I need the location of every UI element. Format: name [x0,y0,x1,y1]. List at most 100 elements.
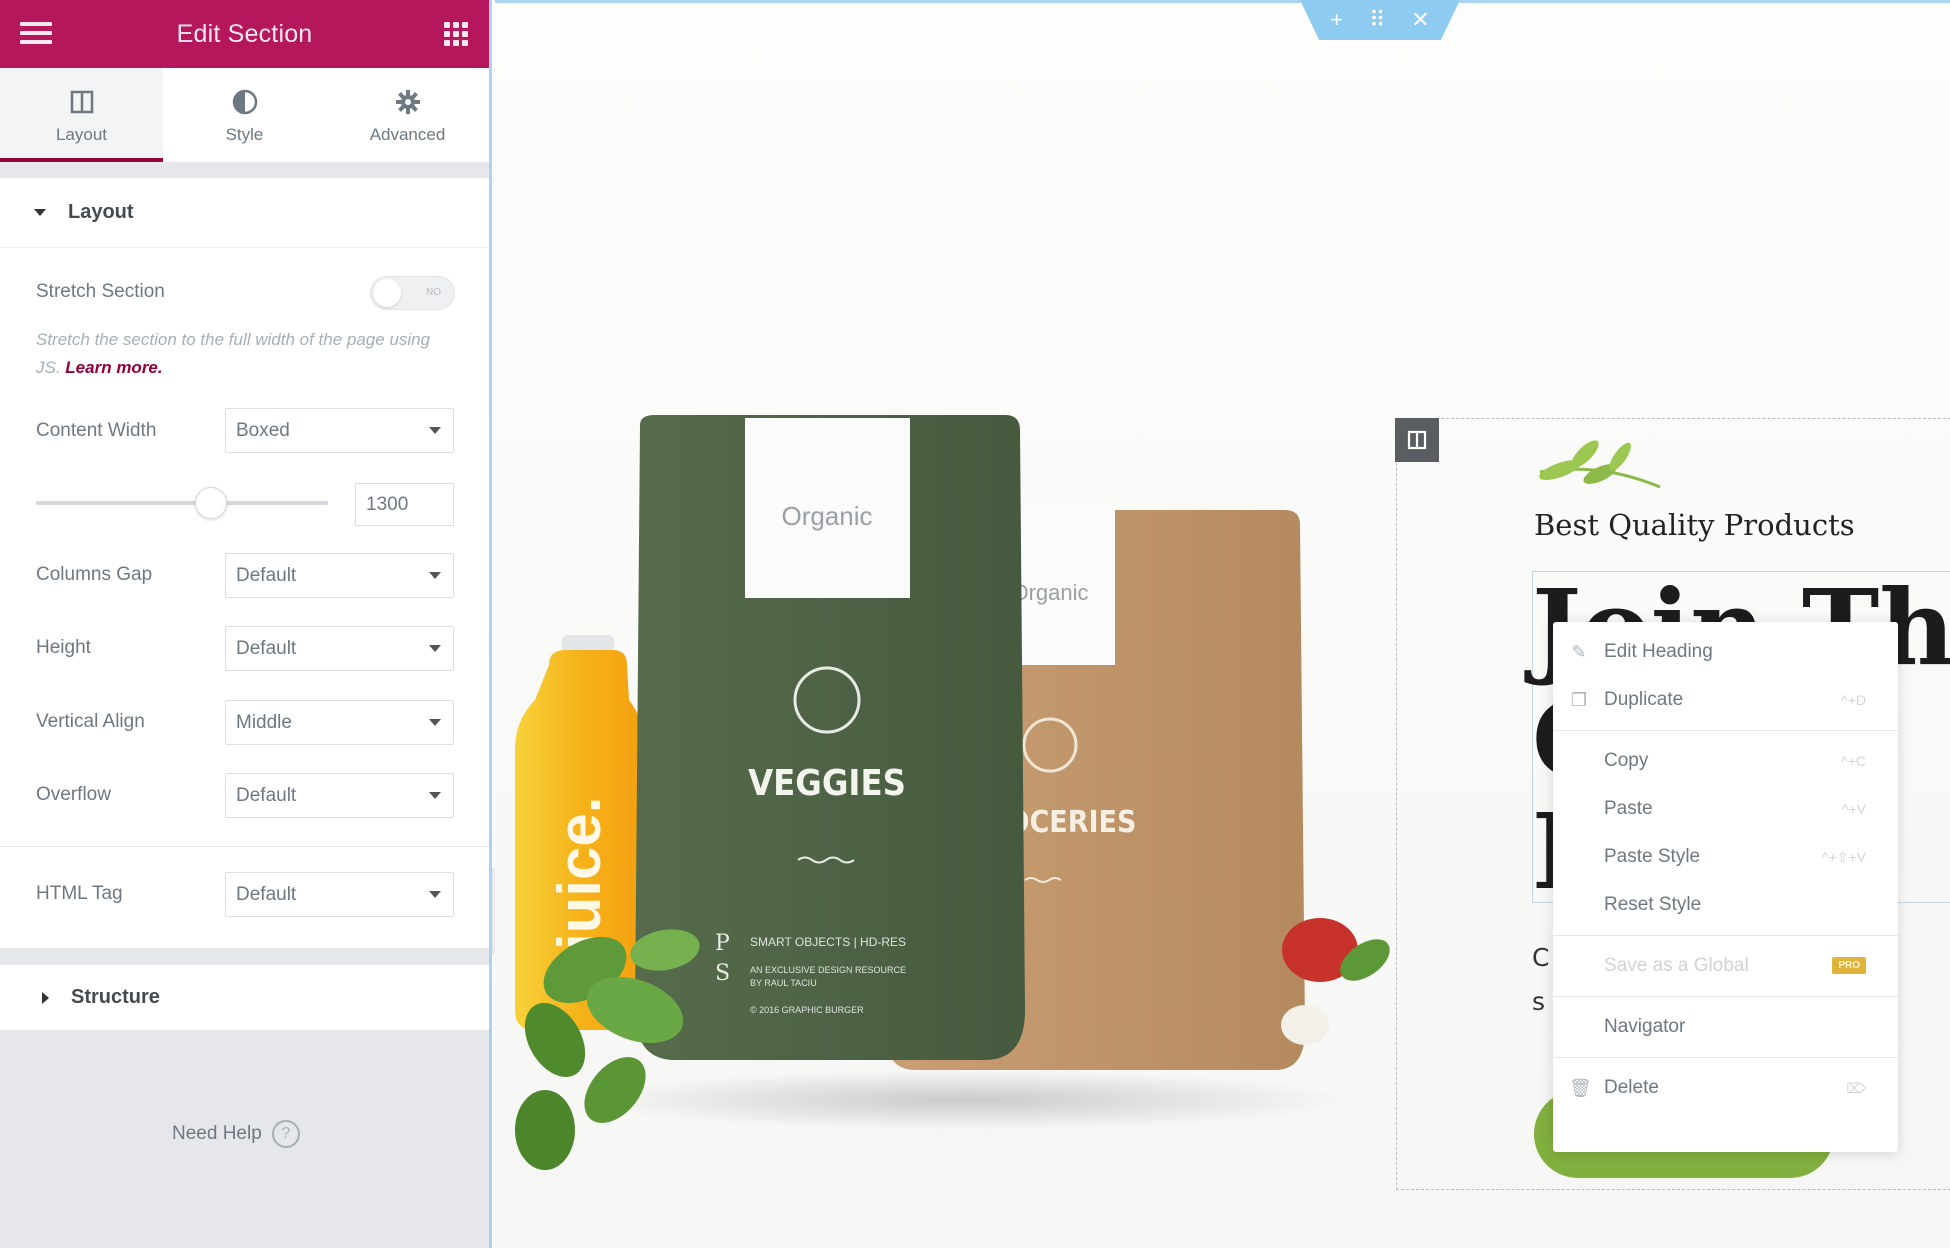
context-menu-item-save-as-a-global: Save as a Global PRO [1553,942,1898,990]
caret-down-icon [34,209,46,216]
subtitle-heading[interactable]: Best Quality Products [1534,508,1855,542]
layout-section-title: Layout [68,201,134,223]
html-tag-select[interactable]: Default [225,872,454,917]
panel-tabs: Layout Style Advanced [0,68,489,162]
chevron-down-icon [429,427,441,434]
grid-icon[interactable] [444,22,468,46]
slider-thumb[interactable] [195,487,228,519]
context-menu-label: Edit Heading [1604,641,1713,662]
html-tag-label: HTML Tag [36,883,123,904]
panel-gap [0,948,489,965]
overflow-select[interactable]: Default [225,773,454,818]
question-icon: ? [271,1120,300,1148]
stretch-section-toggle[interactable]: NO [370,276,455,310]
hamburger-icon[interactable] [20,22,52,46]
chevron-down-icon [429,645,441,652]
add-section-icon[interactable]: + [1330,9,1343,31]
panel-strip [0,162,489,178]
shortcut-hint: ^+V [1841,801,1866,817]
columns-icon [70,85,94,119]
tab-layout-label: Layout [55,125,108,144]
panel-title: Edit Section [176,19,313,48]
pro-badge: PRO [1832,957,1866,974]
context-menu-group: Save as a Global PRO [1553,936,1898,997]
vertical-align-value: Middle [236,711,292,733]
panel-header: Edit Section [0,0,489,68]
content-width-select[interactable]: Boxed [225,408,454,453]
tab-layout[interactable]: Layout [0,68,163,162]
height-label: Height [36,637,91,658]
chevron-down-icon [429,572,441,579]
context-menu-label: Copy [1604,750,1649,771]
vertical-align-select[interactable]: Middle [225,700,454,745]
veggies-line: BY RAUL TACIU [750,978,817,988]
tab-advanced-label: Advanced [369,125,446,144]
content-width-input[interactable]: 1300 [355,483,454,526]
delete-section-icon[interactable]: ✕ [1411,9,1429,31]
veggies-letter: P [715,931,730,956]
structure-section-header[interactable]: Structure [0,965,489,1030]
section-toolbar: + ⠿ ✕ [1300,0,1460,40]
chevron-down-icon [429,891,441,898]
need-help-link[interactable]: Need Help ? [172,1120,300,1148]
need-help-label: Need Help [172,1123,262,1144]
shortcut-hint: ^+⇧+V [1822,848,1866,865]
trash-icon: 🗑 [1569,1078,1592,1098]
leaf-sprig-icon [1539,440,1661,489]
veggies-bag: Organic VEGGIES P S SMART OBJECTS | HD-R… [635,415,1025,1060]
chevron-down-icon [429,719,441,726]
context-menu-group: Navigator [1553,997,1898,1058]
veggies-title: VEGGIES [748,763,906,804]
overflow-label: Overflow [36,784,111,805]
elementor-editor: Edit Section Layout Style Advanced Layou… [0,0,1950,1248]
groceries-brand: Organic [1011,580,1088,605]
column-icon [1407,430,1427,450]
context-menu-item-paste-style[interactable]: Paste Style ^+⇧+V [1553,833,1898,881]
structure-section-title: Structure [71,986,160,1008]
move-section-icon[interactable]: ⠿ [1369,9,1385,31]
context-menu-item-edit-heading[interactable]: ✎ Edit Heading [1553,628,1898,676]
context-menu-item-copy[interactable]: Copy ^+C [1553,737,1898,785]
tab-style[interactable]: Style [163,68,326,162]
veggies-line: © 2016 GRAPHIC BURGER [750,1005,864,1015]
section-divider [0,846,489,847]
context-menu: ✎ Edit Heading ❐ Duplicate ^+D Copy ^+C Paste ^+… [1553,622,1898,1152]
columns-gap-select[interactable]: Default [225,553,454,598]
toggle-text: NO [426,287,441,298]
chevron-down-icon [429,792,441,799]
context-menu-item-duplicate[interactable]: ❐ Duplicate ^+D [1553,676,1898,724]
context-menu-label: Delete [1604,1077,1659,1098]
copy-icon: ❐ [1570,690,1588,710]
veggies-line: AN EXCLUSIVE DESIGN RESOURCE [750,965,906,975]
context-menu-label: Paste [1604,798,1653,819]
context-menu-group: ✎ Edit Heading ❐ Duplicate ^+D [1553,622,1898,731]
context-menu-group: Copy ^+C Paste ^+V Paste Style ^+⇧+V Reset Sty… [1553,731,1898,936]
content-width-slider[interactable] [36,487,328,519]
context-menu-item-delete[interactable]: 🗑 Delete ⌦ [1553,1064,1898,1112]
half-circle-icon [232,85,258,119]
context-menu-label: Reset Style [1604,894,1702,915]
shadow [585,1070,1345,1130]
tab-style-label: Style [225,125,264,144]
gear-icon [395,85,421,119]
veggies-letter: S [715,961,730,986]
products-image: juice. Organic GROCERIES P S D Organic V… [515,415,1390,1170]
column-handle[interactable] [1395,418,1439,462]
stretch-section-label: Stretch Section [36,281,165,302]
shortcut-hint: ^+C [1841,753,1866,769]
height-value: Default [236,637,297,659]
content-width-label: Content Width [36,420,157,441]
context-menu-label: Navigator [1604,1016,1686,1037]
veggies-brand: Organic [781,501,872,531]
context-menu-label: Paste Style [1604,846,1701,867]
layout-section-header[interactable]: Layout [0,178,489,248]
height-select[interactable]: Default [225,626,454,671]
tab-advanced[interactable]: Advanced [326,68,489,162]
editor-panel: Edit Section Layout Style Advanced Layou… [0,0,492,1248]
learn-more-link[interactable]: Learn more. [65,358,162,377]
stretch-description: Stretch the section to the full width of… [36,326,456,382]
context-menu-item-reset-style[interactable]: Reset Style [1553,881,1898,929]
veggies-line: SMART OBJECTS | HD-RES [750,935,906,949]
context-menu-item-paste[interactable]: Paste ^+V [1553,785,1898,833]
context-menu-item-navigator[interactable]: Navigator [1553,1003,1898,1051]
